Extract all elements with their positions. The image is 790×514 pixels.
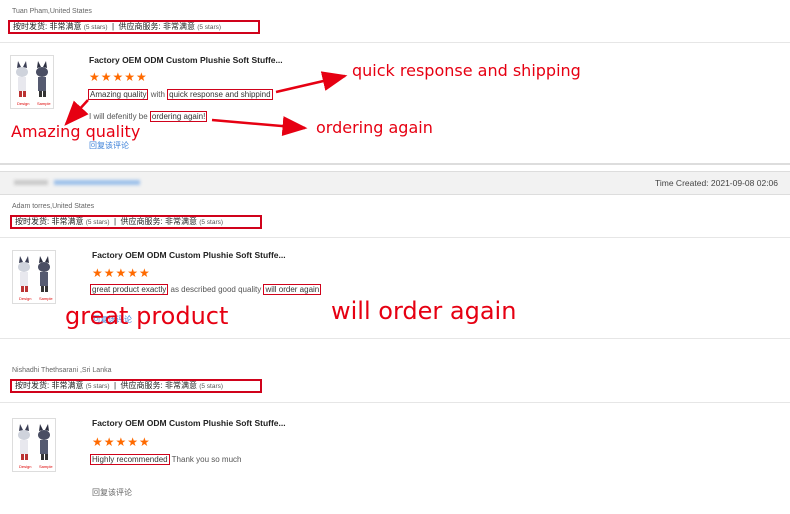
arrow-to-quick-response — [275, 71, 348, 94]
arrow-to-amazing-quality — [64, 99, 89, 126]
annotation-arrows — [64, 71, 348, 137]
arrow-to-ordering-again — [211, 116, 308, 137]
